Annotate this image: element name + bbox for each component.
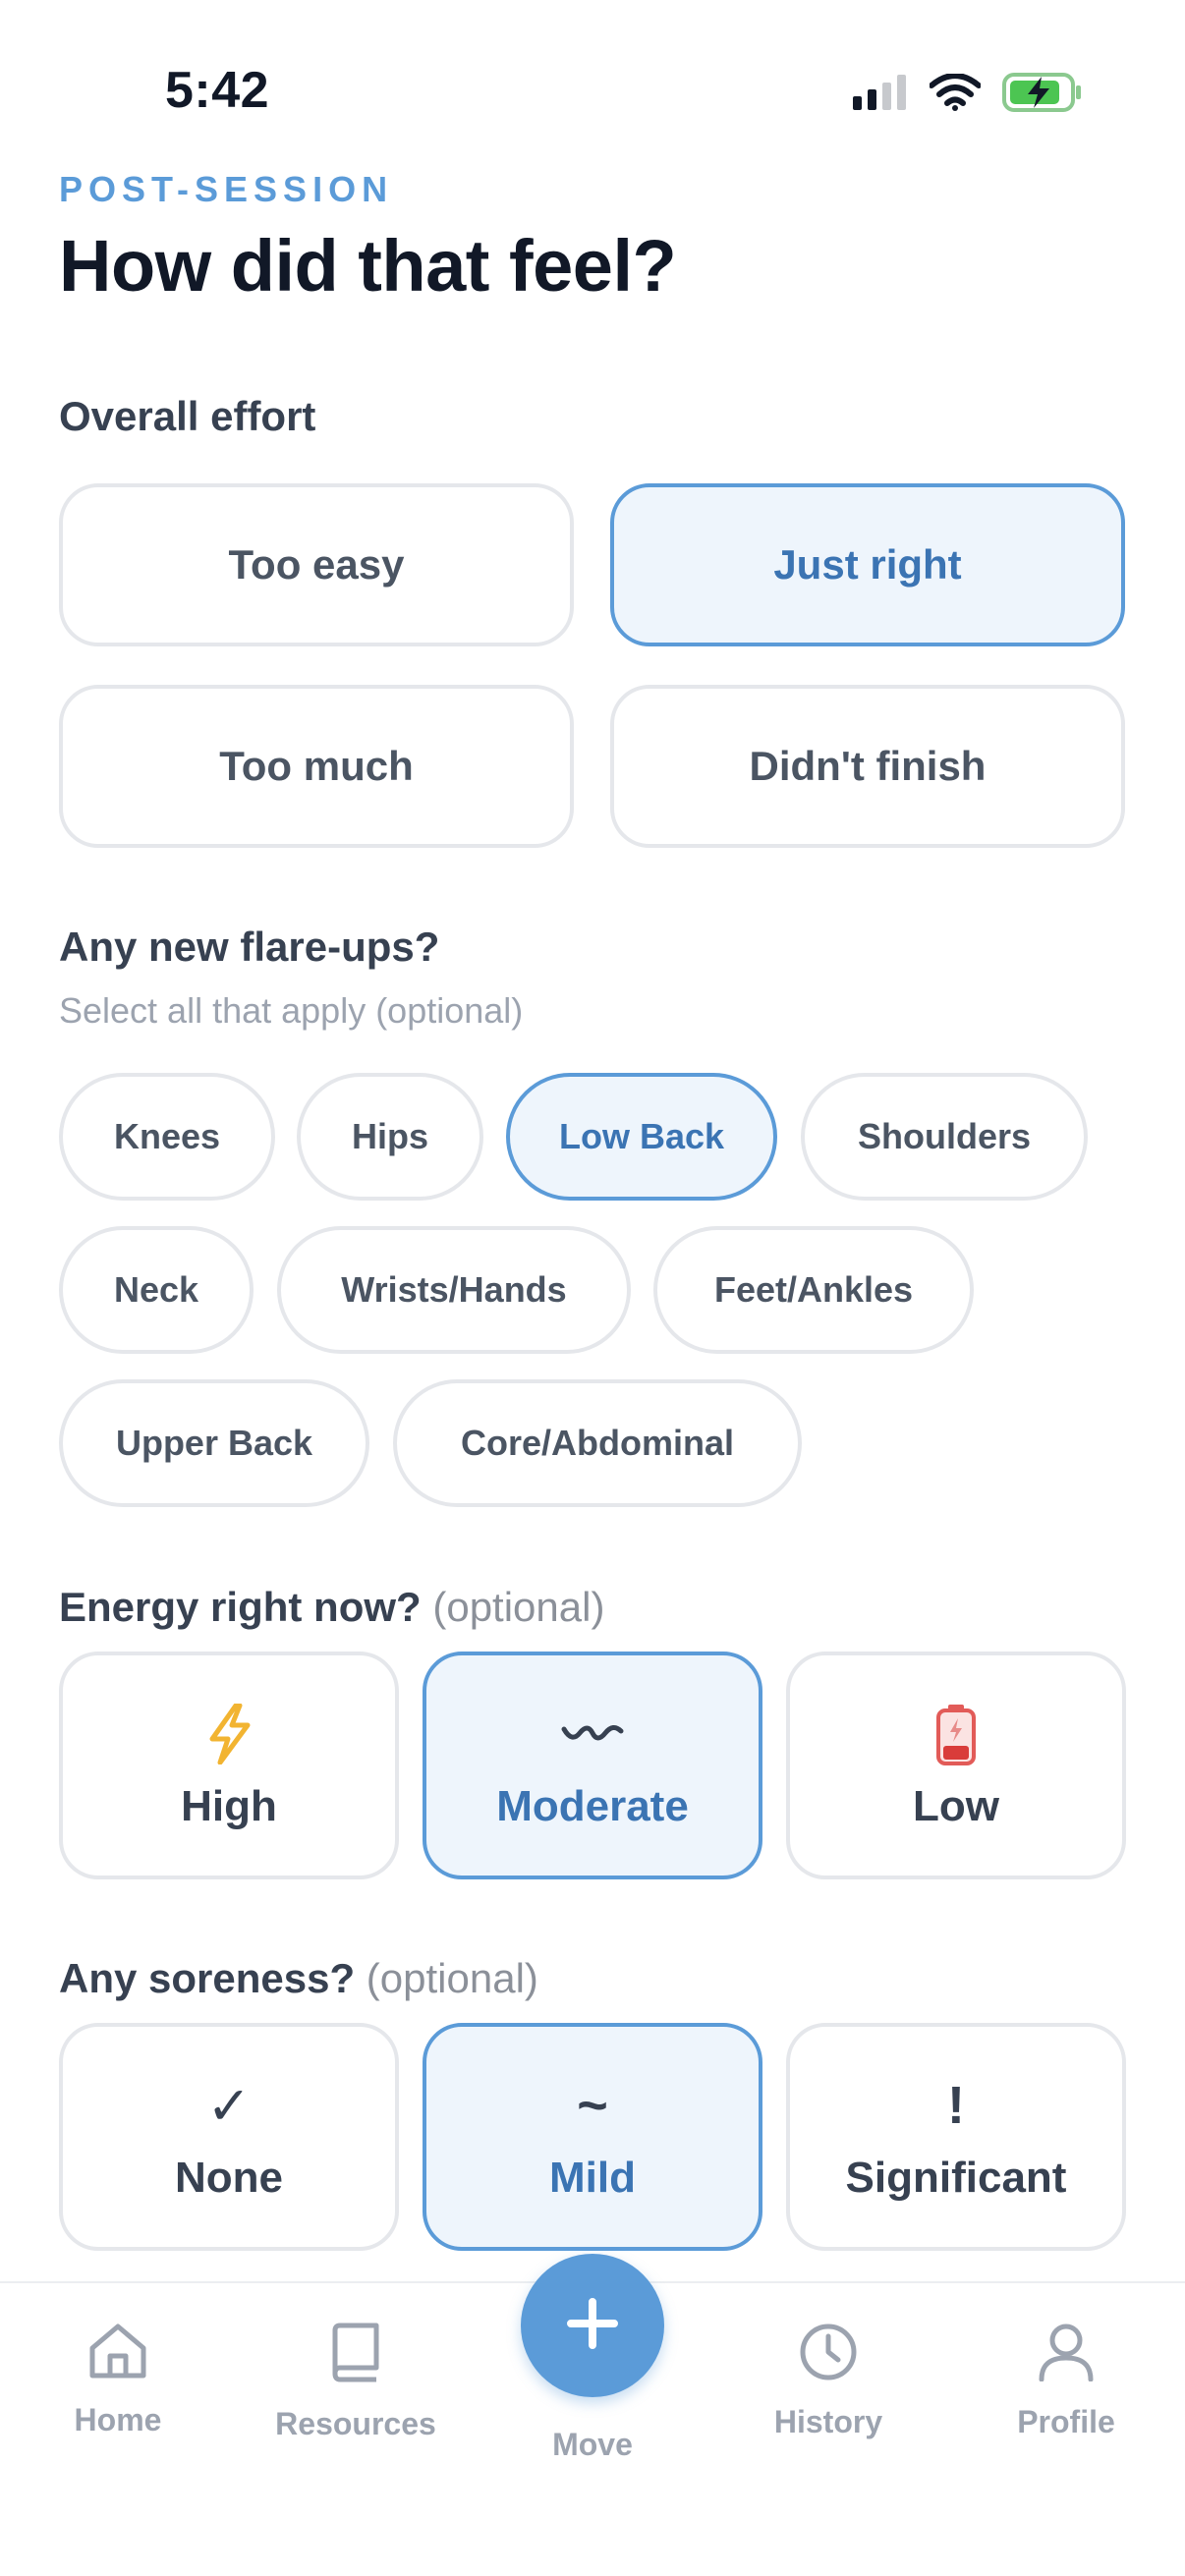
nav-history-label: History <box>773 2404 883 2439</box>
cellular-signal-icon <box>853 75 908 115</box>
energy-option-low[interactable]: Low <box>786 1652 1126 1879</box>
chip-upper-back[interactable]: Upper Back <box>59 1379 369 1507</box>
nav-profile-label: Profile <box>1017 2404 1115 2439</box>
chip-wrists-hands[interactable]: Wrists/Hands <box>277 1226 631 1354</box>
nav-resources[interactable]: Resources <box>257 2323 454 2442</box>
wave-icon <box>560 1700 625 1768</box>
energy-low-label: Low <box>913 1782 999 1830</box>
plus-icon <box>565 2296 620 2356</box>
exclamation-icon: ! <box>947 2076 965 2135</box>
nav-profile[interactable]: Profile <box>968 2323 1164 2440</box>
nav-home-label: Home <box>74 2402 162 2437</box>
wifi-icon <box>929 73 982 116</box>
checkmark-icon: ✓ <box>206 2076 252 2136</box>
battery-charging-icon <box>1002 73 1083 117</box>
flareups-section-label: Any new flare-ups? <box>59 924 440 970</box>
soreness-none-label: None <box>175 2154 283 2202</box>
chip-feet-ankles[interactable]: Feet/Ankles <box>653 1226 974 1354</box>
clock-icon <box>799 2323 858 2386</box>
chip-knees[interactable]: Knees <box>59 1073 275 1201</box>
soreness-option-significant[interactable]: ! Significant <box>786 2023 1126 2251</box>
energy-label-text: Energy right now? <box>59 1584 422 1630</box>
soreness-option-none[interactable]: ✓ None <box>59 2023 399 2251</box>
energy-moderate-label: Moderate <box>496 1782 689 1830</box>
nav-move-label: Move <box>552 2427 633 2462</box>
chip-shoulders[interactable]: Shoulders <box>801 1073 1088 1201</box>
status-time: 5:42 <box>165 62 270 119</box>
soreness-option-mild[interactable]: ~ Mild <box>423 2023 762 2251</box>
nav-resources-label: Resources <box>275 2406 436 2441</box>
move-button[interactable] <box>521 2254 664 2397</box>
soreness-significant-label: Significant <box>845 2154 1067 2202</box>
effort-section-label: Overall effort <box>59 393 316 439</box>
effort-option-too-much[interactable]: Too much <box>59 685 574 848</box>
energy-section-label: Energy right now? (optional) <box>59 1584 604 1631</box>
bottom-nav: Home Resources Move History Profile <box>0 2254 1185 2576</box>
book-icon <box>329 2323 382 2388</box>
page-title: How did that feel? <box>59 225 677 307</box>
energy-optional-text: (optional) <box>432 1584 605 1630</box>
status-icons <box>853 73 1083 117</box>
soreness-section-label: Any soreness? (optional) <box>59 1955 538 2002</box>
flareups-sublabel: Select all that apply (optional) <box>59 990 524 1031</box>
eyebrow-label: POST-SESSION <box>59 169 394 209</box>
chip-core-abdominal[interactable]: Core/Abdominal <box>393 1379 802 1507</box>
effort-option-didnt-finish[interactable]: Didn't finish <box>610 685 1125 848</box>
effort-option-just-right[interactable]: Just right <box>610 483 1125 646</box>
effort-option-too-easy[interactable]: Too easy <box>59 483 574 646</box>
person-icon <box>1038 2323 1095 2386</box>
soreness-optional-text: (optional) <box>366 1955 538 2001</box>
status-bar: 5:42 <box>0 0 1185 147</box>
nav-history[interactable]: History <box>730 2323 927 2440</box>
soreness-label-text: Any soreness? <box>59 1955 356 2001</box>
tilde-icon: ~ <box>577 2076 608 2135</box>
low-battery-icon <box>934 1700 978 1768</box>
nav-home[interactable]: Home <box>20 2323 216 2438</box>
soreness-mild-label: Mild <box>549 2154 636 2202</box>
home-icon <box>87 2323 148 2384</box>
energy-option-moderate[interactable]: Moderate <box>423 1652 762 1879</box>
chip-neck[interactable]: Neck <box>59 1226 254 1354</box>
chip-hips[interactable]: Hips <box>297 1073 483 1201</box>
lightning-icon <box>206 1700 252 1768</box>
energy-high-label: High <box>181 1782 277 1830</box>
chip-low-back[interactable]: Low Back <box>506 1073 777 1201</box>
energy-option-high[interactable]: High <box>59 1652 399 1879</box>
